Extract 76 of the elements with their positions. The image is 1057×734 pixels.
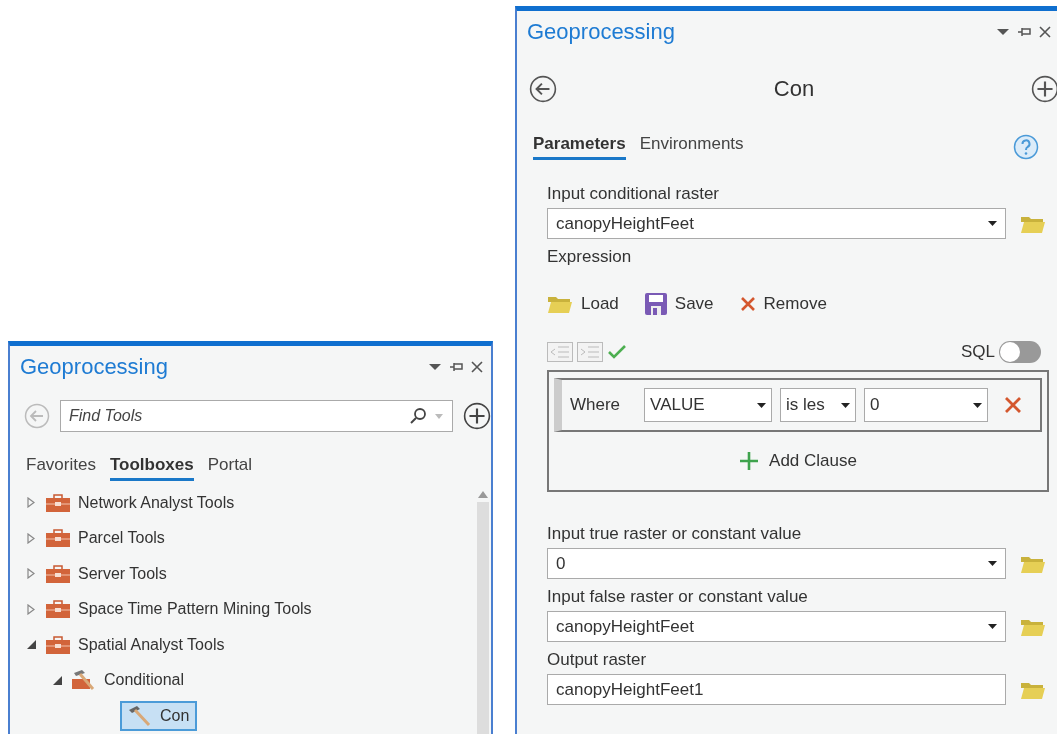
caret-icon <box>841 402 851 408</box>
operand-dropdown[interactable]: 0 <box>864 388 989 422</box>
field-dropdown[interactable]: VALUE <box>644 388 773 422</box>
parameter-label: Input true raster or constant value <box>547 524 803 544</box>
expanded-triangle-icon[interactable] <box>52 675 62 685</box>
toolset-icon <box>72 669 96 692</box>
caret-icon <box>757 402 767 408</box>
save-icon <box>644 293 667 315</box>
checkmark-icon[interactable] <box>607 344 627 360</box>
tab[interactable]: Environments <box>639 133 744 160</box>
expression-action[interactable]: Save <box>644 293 714 315</box>
close-icon <box>739 296 756 312</box>
parameter-label: Output raster <box>547 650 648 670</box>
pane-title: Geoprocessing <box>20 354 168 380</box>
hammer-icon <box>128 704 152 727</box>
caret-icon <box>973 402 983 408</box>
back-icon[interactable] <box>529 75 557 103</box>
tree-item[interactable]: Conditional <box>104 671 185 690</box>
collapsed-triangle-icon[interactable] <box>27 497 35 509</box>
close-icon[interactable] <box>1039 26 1051 38</box>
dropdown-field[interactable]: canopyHeightFeet <box>547 208 1006 239</box>
indent-icon[interactable] <box>577 342 603 362</box>
plus-icon[interactable] <box>463 402 491 430</box>
toolbox-icon <box>46 493 70 512</box>
tab[interactable]: Portal <box>207 454 253 481</box>
toolbox-icon <box>46 529 70 548</box>
toolbox-icon <box>46 600 70 619</box>
tree-item[interactable]: Network Analyst Tools <box>78 493 235 512</box>
search-field[interactable]: Find Tools <box>60 400 453 432</box>
toolbox-icon <box>46 564 70 583</box>
scrollbar[interactable] <box>477 502 489 734</box>
delete-clause-icon[interactable] <box>1004 396 1023 414</box>
tool-name: Con <box>773 76 815 102</box>
tab[interactable]: Toolboxes <box>109 454 194 481</box>
search-icon[interactable] <box>409 407 427 425</box>
caret-icon <box>988 561 997 566</box>
folder-icon[interactable] <box>547 294 573 314</box>
tree-item[interactable]: Server Tools <box>78 564 167 583</box>
pin-icon[interactable] <box>449 361 463 373</box>
scroll-up-icon[interactable] <box>478 491 488 498</box>
dropdown-field[interactable]: canopyHeightFeet <box>547 611 1006 642</box>
dropdown-icon[interactable] <box>429 363 441 371</box>
collapsed-triangle-icon[interactable] <box>27 532 35 544</box>
collapsed-triangle-icon[interactable] <box>27 603 35 615</box>
expression-action[interactable]: Remove <box>739 294 827 314</box>
close-icon[interactable] <box>471 361 483 373</box>
sql-label: SQL <box>960 342 995 362</box>
dropdown-icon[interactable] <box>997 28 1009 36</box>
caret-icon[interactable] <box>435 413 443 419</box>
tab[interactable]: Favorites <box>26 454 96 481</box>
input-field[interactable]: canopyHeightFeet1 <box>547 674 1006 705</box>
dropdown-field[interactable]: 0 <box>547 548 1006 579</box>
operator-dropdown[interactable]: is les <box>780 388 857 422</box>
add-clause-button[interactable]: Add Clause <box>733 450 863 472</box>
parameter-label: Input conditional raster <box>547 184 720 204</box>
expression-action[interactable]: Load <box>547 294 619 314</box>
parameter-label: Expression <box>547 247 633 267</box>
collapsed-triangle-icon[interactable] <box>27 568 35 580</box>
where-label: Where <box>570 395 621 415</box>
pane-title: Geoprocessing <box>527 19 675 45</box>
help-icon[interactable] <box>1013 133 1039 160</box>
tree-item[interactable]: Parcel Tools <box>78 529 165 548</box>
tab[interactable]: Parameters <box>533 133 626 160</box>
caret-icon <box>988 221 997 226</box>
parameter-label: Input false raster or constant value <box>547 587 809 607</box>
toolbox-icon <box>46 635 70 654</box>
tree-item[interactable]: Space Time Pattern Mining Tools <box>78 600 312 619</box>
plus-icon <box>739 451 760 471</box>
sql-toggle[interactable] <box>999 341 1041 363</box>
expanded-triangle-icon[interactable] <box>26 640 36 650</box>
tree-item[interactable]: Con <box>120 700 198 731</box>
caret-icon <box>988 624 997 629</box>
plus-icon[interactable] <box>1031 75 1057 103</box>
tree-item[interactable]: Spatial Analyst Tools <box>78 635 225 654</box>
pin-icon[interactable] <box>1017 26 1031 38</box>
outdent-icon[interactable] <box>547 342 573 362</box>
